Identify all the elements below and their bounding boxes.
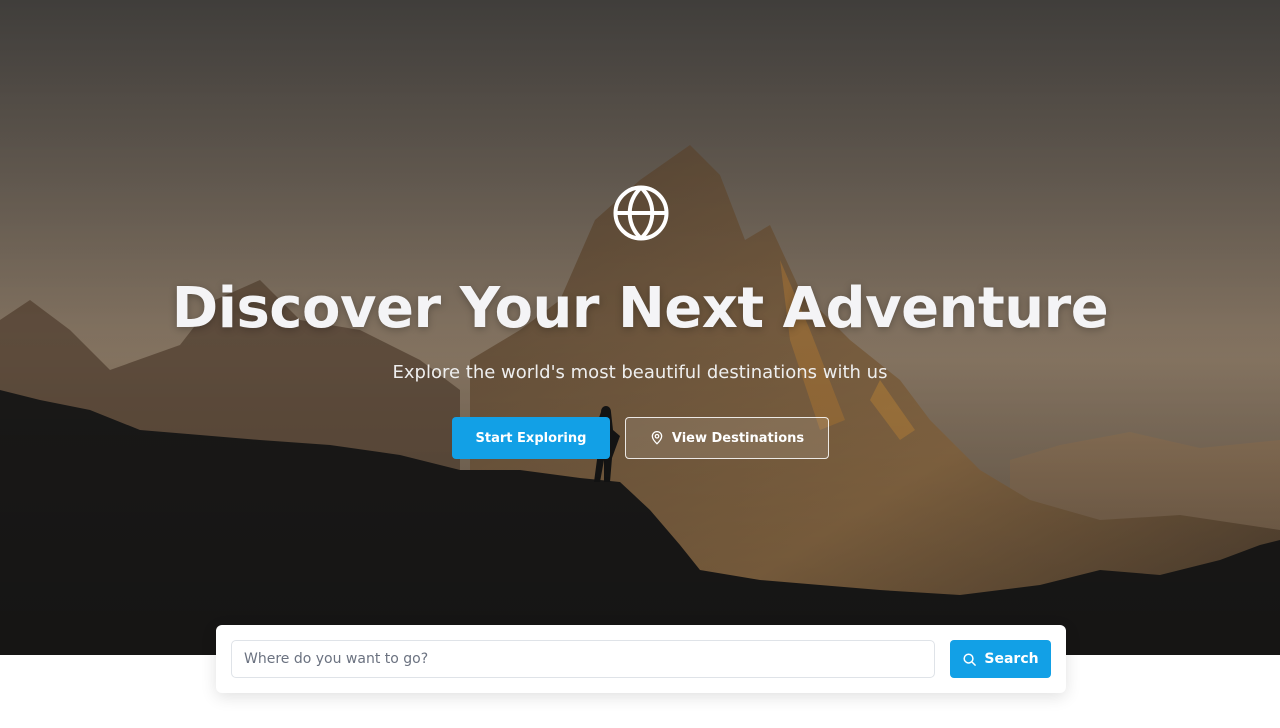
search-button[interactable]: Search [950, 640, 1051, 678]
globe-icon [613, 185, 669, 241]
map-pin-icon [651, 431, 663, 445]
start-exploring-label: Start Exploring [475, 430, 587, 446]
search-card: Search [216, 625, 1066, 693]
hero-headline: Discover Your Next Adventure [171, 276, 1109, 341]
view-destinations-button[interactable]: View Destinations [625, 417, 829, 459]
search-button-label: Search [984, 651, 1039, 667]
view-destinations-label: View Destinations [671, 430, 805, 446]
destination-search-input[interactable] [231, 640, 935, 678]
hero-section: Discover Your Next Adventure Explore the… [0, 0, 1280, 655]
search-icon [963, 652, 977, 666]
hero-content: Discover Your Next Adventure Explore the… [0, 0, 1280, 655]
hero-subheadline: Explore the world's most beautiful desti… [392, 362, 888, 383]
start-exploring-button[interactable]: Start Exploring [452, 417, 610, 459]
